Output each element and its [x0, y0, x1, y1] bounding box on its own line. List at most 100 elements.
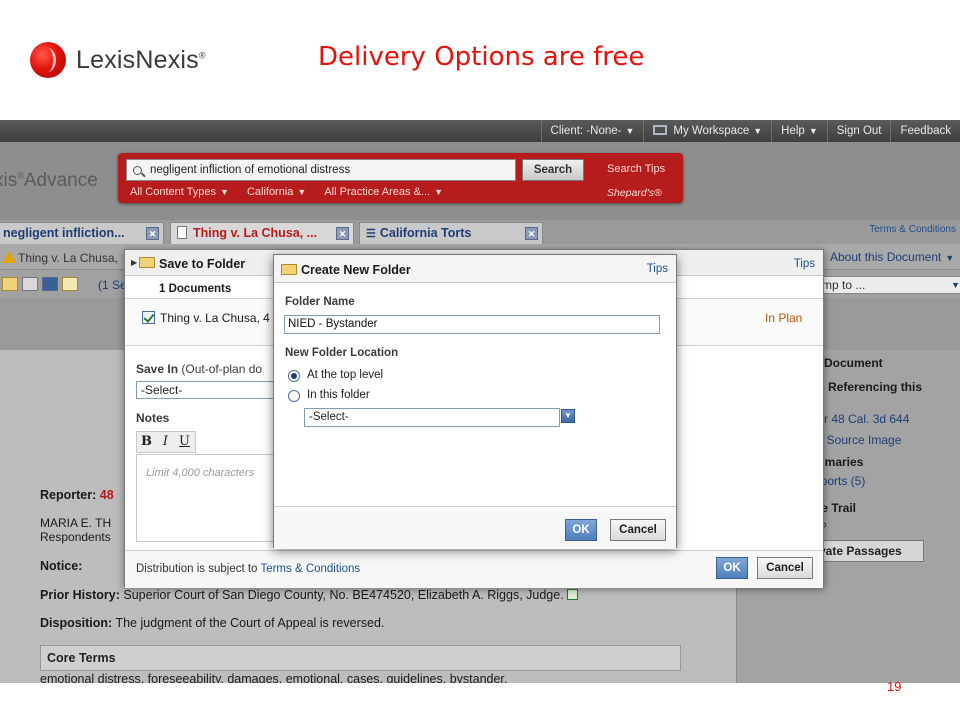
create-folder-cancel-button[interactable]: Cancel	[610, 519, 666, 541]
folder-location-select[interactable]: -Select-	[304, 408, 560, 427]
client-menu[interactable]: Client: -None- ▼	[540, 120, 644, 142]
activate-passages-button[interactable]: vate Passages	[812, 540, 924, 562]
product-brand: xis®Advance	[0, 170, 98, 191]
core-terms-values: emotional distress, foreseeability, dama…	[40, 672, 508, 683]
folder-name-label: Folder Name	[285, 296, 355, 308]
underline-button[interactable]: U	[175, 432, 194, 452]
lexisnexis-logo-icon	[30, 42, 66, 78]
close-icon[interactable]: ✕	[525, 227, 538, 240]
search-panel: negligent infliction of emotional distre…	[118, 153, 683, 203]
feedback-link[interactable]: Feedback	[890, 120, 960, 142]
rp-link-citation[interactable]: for 48 Cal. 3d 644	[814, 412, 909, 426]
page-number: 19	[887, 679, 902, 694]
parties-line: MARIA E. TH	[40, 516, 112, 530]
tab-search-results[interactable]: negligent infliction... ✕	[0, 222, 164, 244]
search-input[interactable]: negligent infliction of emotional distre…	[126, 159, 516, 181]
new-folder-icon	[281, 264, 297, 275]
selection-count: (1 Se	[98, 278, 127, 292]
italic-button[interactable]: I	[156, 432, 175, 452]
create-new-folder-dialog: Create New Folder Tips Folder Name NIED …	[273, 254, 677, 549]
create-folder-tips-link[interactable]: Tips	[647, 263, 668, 275]
chevron-down-icon: ▼	[808, 126, 818, 136]
chevron-down-icon: ▼	[434, 187, 444, 197]
in-plan-badge: In Plan	[765, 311, 803, 325]
notes-formatting-toolbar: B I U	[136, 431, 196, 453]
notes-textarea[interactable]: Limit 4,000 characters	[136, 454, 286, 542]
in-folder-radio[interactable]	[288, 390, 300, 402]
tab-california-torts[interactable]: ☰ California Torts ✕	[359, 222, 543, 244]
save-in-select[interactable]: -Select-	[136, 381, 286, 399]
document-title: Thing v. La Chusa, 4	[160, 311, 270, 325]
prior-history-line: Prior History: Superior Court of San Die…	[40, 588, 579, 602]
document-icon	[177, 226, 187, 239]
tab-thing-v-la-chusa[interactable]: Thing v. La Chusa, ... ✕	[170, 222, 354, 244]
top-level-radio[interactable]	[288, 370, 300, 382]
content-type-filter[interactable]: All Content Types ▼	[130, 186, 229, 198]
rp-heading-referencing: ts Referencing this	[814, 380, 923, 394]
logo-text: LexisNexis®	[76, 45, 206, 74]
jump-to-select[interactable]: mp to ... ▼	[815, 276, 960, 294]
document-warning: Thing v. La Chusa,	[2, 251, 118, 265]
lexisnexis-logo: LexisNexis®	[30, 42, 206, 78]
create-folder-title: Create New Folder	[301, 263, 411, 277]
close-icon[interactable]: ✕	[146, 227, 159, 240]
distribution-terms-link[interactable]: Terms & Conditions	[260, 563, 360, 575]
in-folder-label: In this folder	[307, 389, 370, 401]
bold-button[interactable]: B	[137, 432, 156, 452]
notice-line: Notice:	[40, 559, 83, 573]
save-ok-button[interactable]: OK	[716, 557, 748, 579]
save-dialog-tips-link[interactable]: Tips	[794, 258, 815, 270]
search-filters: All Content Types ▼ California ▼ All Pract…	[130, 186, 461, 198]
save-dialog-title: Save to Folder	[159, 257, 246, 271]
folder-name-input[interactable]: NIED - Bystander	[284, 315, 660, 334]
slide-title: Delivery Options are free	[318, 42, 645, 72]
practice-area-filter[interactable]: All Practice Areas &... ▼	[324, 186, 443, 198]
my-workspace-menu[interactable]: My Workspace ▼	[643, 120, 771, 142]
tab-row: negligent infliction... ✕ Thing v. La Ch…	[0, 220, 960, 244]
external-link-icon[interactable]	[567, 589, 579, 600]
top-nav-bar: Client: -None- ▼ My Workspace ▼ Help ▼ Sign…	[0, 120, 960, 142]
toolbar-icons	[2, 277, 78, 291]
chevron-down-icon: ▼	[951, 280, 960, 290]
search-button[interactable]: Search	[522, 159, 584, 181]
shepards-link[interactable]: Shepard's®	[607, 187, 662, 199]
close-icon[interactable]: ✕	[336, 227, 349, 240]
expand-arrow-icon[interactable]: ▶	[131, 258, 137, 267]
disposition-line: Disposition: The judgment of the Court o…	[40, 616, 385, 630]
search-icon	[133, 165, 142, 175]
list-icon: ☰	[366, 228, 376, 240]
notes-label: Notes	[136, 411, 170, 425]
rp-heading-document: s Document	[814, 356, 883, 370]
folder-icon[interactable]	[2, 277, 18, 291]
core-terms-header[interactable]: Core Terms	[40, 645, 681, 671]
monitor-icon	[653, 125, 668, 135]
folder-open-icon	[139, 257, 155, 268]
save-cancel-button[interactable]: Cancel	[757, 557, 813, 579]
chevron-down-icon[interactable]: ▼	[561, 409, 575, 423]
warning-icon	[2, 251, 16, 263]
email-icon[interactable]	[62, 277, 78, 291]
reporter-line: Reporter: 48	[40, 488, 114, 502]
documents-count: 1 Documents	[159, 283, 232, 295]
top-level-label: At the top level	[307, 369, 384, 381]
save-in-label: Save In (Out-of-plan do	[136, 362, 263, 376]
help-menu[interactable]: Help ▼	[771, 120, 827, 142]
chevron-down-icon: ▼	[297, 187, 307, 197]
document-checkbox[interactable]	[142, 311, 155, 324]
distribution-note: Distribution is subject to Terms & Condi…	[136, 563, 361, 575]
create-folder-header: Create New Folder Tips	[274, 255, 676, 283]
parties-line-2: Respondents	[40, 530, 111, 544]
chevron-down-icon: ▼	[220, 187, 229, 197]
rp-link-source-image[interactable]: al Source Image	[814, 433, 901, 447]
folder-location-label: New Folder Location	[285, 347, 399, 359]
chevron-down-icon: ▼	[625, 126, 635, 136]
create-folder-ok-button[interactable]: OK	[565, 519, 597, 541]
chevron-down-icon: ▼	[753, 126, 763, 136]
search-tips-link[interactable]: Search Tips	[607, 163, 665, 175]
about-document-menu[interactable]: About this Document ▼	[830, 250, 954, 264]
save-icon[interactable]	[42, 277, 58, 291]
print-icon[interactable]	[22, 277, 38, 291]
sign-out-link[interactable]: Sign Out	[826, 120, 891, 142]
chevron-down-icon: ▼	[945, 253, 955, 263]
jurisdiction-filter[interactable]: California ▼	[247, 186, 306, 198]
